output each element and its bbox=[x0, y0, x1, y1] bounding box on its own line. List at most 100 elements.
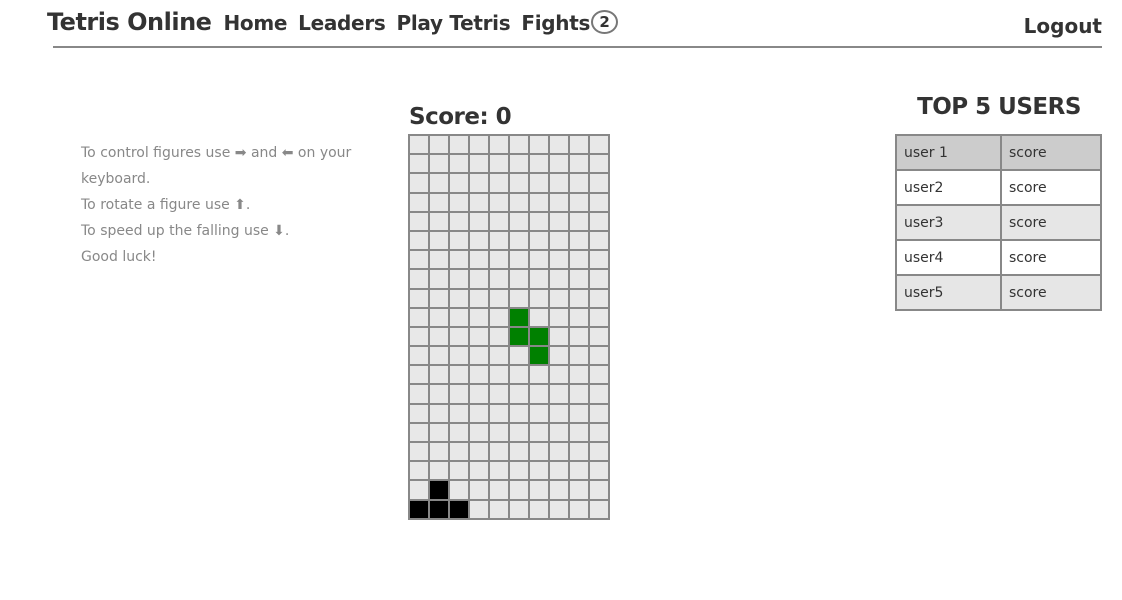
board-cell-empty bbox=[550, 443, 568, 461]
board-cell-empty bbox=[470, 251, 488, 269]
brand-logo[interactable]: Tetris Online bbox=[47, 8, 212, 36]
board-cell-empty bbox=[510, 193, 528, 211]
board-cell-empty bbox=[530, 231, 548, 250]
leaderboard-row: user4 score bbox=[895, 239, 1102, 276]
board-cell-empty bbox=[590, 136, 608, 154]
board-cell-empty bbox=[590, 231, 608, 250]
nav-fights[interactable]: Fights bbox=[521, 11, 590, 35]
board-cell-empty bbox=[550, 347, 568, 365]
board-cell-empty bbox=[510, 347, 528, 365]
board-cell-empty bbox=[510, 212, 528, 230]
board-cell-empty bbox=[490, 500, 508, 518]
leader-username: user2 bbox=[895, 169, 1002, 206]
instruction-line: To control figures use ➡ and ⬅ on your k… bbox=[81, 145, 352, 187]
board-cell-empty bbox=[530, 481, 548, 499]
board-cell-empty bbox=[490, 251, 508, 269]
nav-play-tetris[interactable]: Play Tetris bbox=[397, 11, 511, 35]
nav-home[interactable]: Home bbox=[223, 11, 287, 35]
board-cell-empty bbox=[530, 193, 548, 211]
board-cell-empty bbox=[450, 155, 468, 173]
board-cell-empty bbox=[550, 193, 568, 211]
board-cell-empty bbox=[510, 155, 528, 173]
instructions: To control figures use ➡ and ⬅ on your k… bbox=[81, 140, 371, 270]
board-cell-empty bbox=[550, 404, 568, 422]
board-cell-empty bbox=[490, 155, 508, 173]
board-cell-empty bbox=[410, 136, 428, 154]
board-cell-empty bbox=[530, 289, 548, 307]
tetris-board[interactable] bbox=[408, 134, 610, 520]
board-cell-empty bbox=[430, 366, 448, 384]
board-cell-empty bbox=[410, 347, 428, 365]
board-cell-empty bbox=[550, 500, 568, 518]
board-cell-empty bbox=[430, 423, 448, 441]
board-cell-empty bbox=[450, 231, 468, 250]
nav-leaders[interactable]: Leaders bbox=[298, 11, 386, 35]
board-cell-empty bbox=[410, 423, 428, 441]
leaderboard-row: user 1 score bbox=[895, 134, 1102, 171]
board-cell-empty bbox=[470, 500, 488, 518]
board-cell-empty bbox=[570, 193, 588, 211]
board-cell-empty bbox=[510, 270, 528, 288]
leader-score: score bbox=[1000, 169, 1102, 206]
board-cell-empty bbox=[550, 270, 568, 288]
board-cell-empty bbox=[550, 385, 568, 403]
board-cell-empty bbox=[430, 136, 448, 154]
board-cell-empty bbox=[550, 231, 568, 250]
board-cell-empty bbox=[530, 443, 548, 461]
board-cell-empty bbox=[530, 385, 548, 403]
board-cell-empty bbox=[490, 462, 508, 480]
instruction-line: Good luck! bbox=[81, 249, 157, 265]
board-cell-empty bbox=[530, 404, 548, 422]
board-cell-empty bbox=[530, 155, 548, 173]
board-cell-empty bbox=[490, 231, 508, 250]
board-cell-empty bbox=[510, 174, 528, 192]
board-cell-empty bbox=[530, 251, 548, 269]
board-cell-empty bbox=[570, 404, 588, 422]
board-cell-empty bbox=[570, 251, 588, 269]
board-cell-empty bbox=[510, 423, 528, 441]
board-cell-empty bbox=[430, 193, 448, 211]
leader-username: user3 bbox=[895, 204, 1002, 241]
board-cell-empty bbox=[410, 251, 428, 269]
board-cell-empty bbox=[450, 212, 468, 230]
board-cell-empty bbox=[490, 423, 508, 441]
board-cell-empty bbox=[490, 308, 508, 326]
board-cell-empty bbox=[450, 385, 468, 403]
board-cell-empty bbox=[530, 308, 548, 326]
board-cell-empty bbox=[410, 212, 428, 230]
board-cell-empty bbox=[410, 366, 428, 384]
leader-score: score bbox=[1000, 274, 1102, 311]
board-cell-empty bbox=[450, 270, 468, 288]
board-cell-empty bbox=[490, 212, 508, 230]
board-cell-empty bbox=[550, 481, 568, 499]
board-cell-filled bbox=[510, 327, 528, 346]
board-cell-empty bbox=[510, 136, 528, 154]
board-cell-empty bbox=[450, 481, 468, 499]
board-cell-empty bbox=[450, 347, 468, 365]
board-cell-empty bbox=[490, 289, 508, 307]
board-cell-empty bbox=[490, 136, 508, 154]
board-cell-empty bbox=[590, 193, 608, 211]
board-cell-empty bbox=[410, 385, 428, 403]
instruction-line: To speed up the falling use ⬇. bbox=[81, 223, 290, 239]
board-cell-empty bbox=[510, 404, 528, 422]
board-cell-empty bbox=[590, 347, 608, 365]
board-cell-empty bbox=[410, 231, 428, 250]
board-cell-empty bbox=[490, 404, 508, 422]
board-cell-empty bbox=[430, 327, 448, 346]
logout-link[interactable]: Logout bbox=[1024, 14, 1102, 38]
board-cell-empty bbox=[570, 423, 588, 441]
board-cell-empty bbox=[530, 366, 548, 384]
board-cell-empty bbox=[550, 366, 568, 384]
board-cell-empty bbox=[410, 193, 428, 211]
board-cell-empty bbox=[590, 500, 608, 518]
board-cell-empty bbox=[490, 270, 508, 288]
board-cell-empty bbox=[550, 462, 568, 480]
top-nav: Tetris Online Home Leaders Play Tetris F… bbox=[47, 8, 619, 37]
header-divider bbox=[53, 46, 1102, 48]
board-cell-empty bbox=[450, 327, 468, 346]
board-cell-empty bbox=[570, 270, 588, 288]
board-cell-empty bbox=[470, 212, 488, 230]
board-cell-empty bbox=[510, 481, 528, 499]
board-cell-empty bbox=[510, 289, 528, 307]
